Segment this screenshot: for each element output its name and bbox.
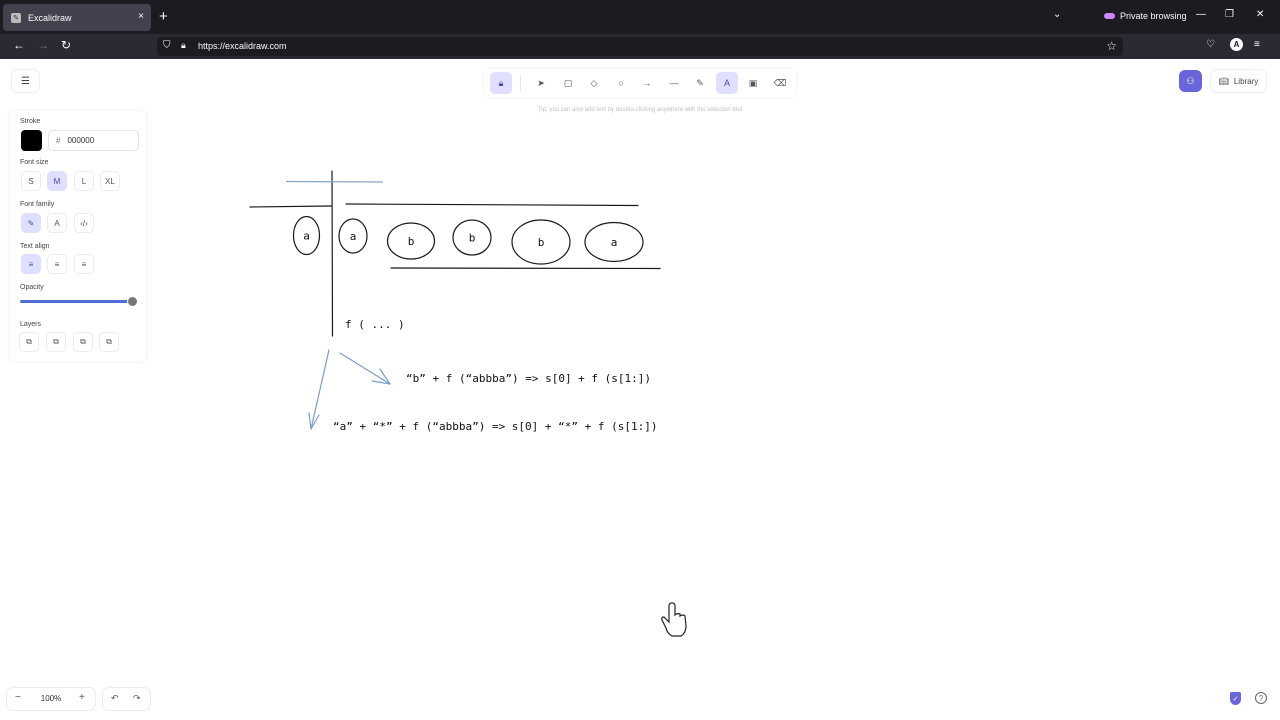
expression-line-2: “a” + “*” + f (“abbba”) => s[0] + “*” + … [333, 420, 658, 433]
circle-a-3-text: a [611, 236, 618, 249]
vertical-divider-line [331, 170, 334, 337]
hand-pointer-cursor-icon [661, 602, 687, 637]
bottom-horizontal-line [390, 267, 661, 270]
arrow-right-shaft [339, 352, 391, 385]
left-horizontal-line [249, 205, 332, 208]
circle-b-1-text: b [408, 235, 415, 248]
expression-line-1: “b” + f (“abbba”) => s[0] + f (s[1:]) [406, 372, 651, 385]
circle-a-2-text: a [350, 230, 357, 243]
f-call-text: f ( ... ) [345, 318, 405, 331]
circle-b-3-text: b [538, 236, 545, 249]
top-horizontal-line [345, 203, 639, 207]
blue-top-line [285, 180, 384, 183]
circle-b-2-text: b [469, 232, 476, 245]
drawing-layer: a a b b b a f ( ... ) “b” + f (“abbba”) … [249, 170, 687, 637]
circle-a-1-text: a [303, 230, 310, 243]
arrow-down-shaft [310, 349, 330, 430]
